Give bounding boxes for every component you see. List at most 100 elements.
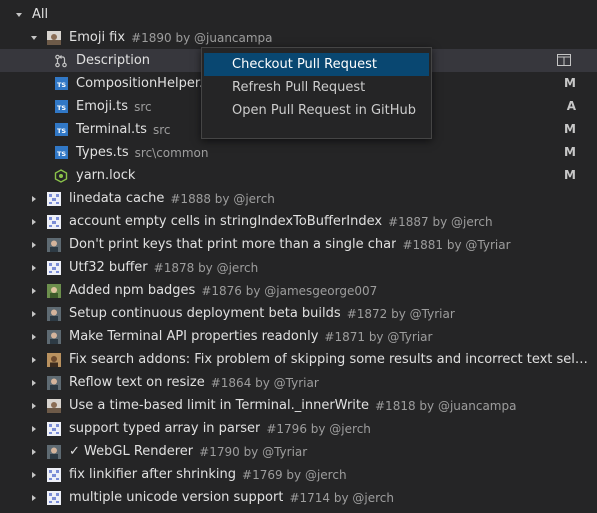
- file-status-badge: M: [564, 122, 576, 136]
- avatar: [47, 329, 61, 344]
- avatar: [47, 30, 61, 45]
- tree-root-label: All: [32, 7, 49, 22]
- file-status-badge: M: [564, 145, 576, 159]
- file-path: src: [134, 99, 152, 114]
- pr-meta: #1864 by @Tyriar: [210, 375, 319, 390]
- pr-title: multiple unicode version support: [69, 490, 284, 505]
- chevron-right-icon[interactable]: [29, 263, 39, 273]
- changed-file-item[interactable]: TS Types.ts src\common M: [0, 141, 597, 164]
- pr-item[interactable]: linedata cache #1888 by @jerch: [0, 187, 597, 210]
- file-path: src\common: [134, 145, 209, 160]
- menu-item-refresh-pull-request[interactable]: Refresh Pull Request: [204, 76, 429, 99]
- pr-item[interactable]: Reflow text on resize #1864 by @Tyriar: [0, 371, 597, 394]
- chevron-right-icon[interactable]: [29, 240, 39, 250]
- pr-title: Reflow text on resize: [69, 375, 205, 390]
- file-status-badge: M: [564, 168, 576, 182]
- avatar: [47, 306, 61, 321]
- pr-item[interactable]: ✓ WebGL Renderer #1790 by @Tyriar: [0, 440, 597, 463]
- pr-item[interactable]: account empty cells in stringIndexToBuff…: [0, 210, 597, 233]
- pr-item[interactable]: Don't print keys that print more than a …: [0, 233, 597, 256]
- pr-item[interactable]: support typed array in parser #1796 by @j…: [0, 417, 597, 440]
- pr-item[interactable]: fix linkifier after shrinking #1769 by @j…: [0, 463, 597, 486]
- avatar: [47, 283, 61, 298]
- chevron-right-icon[interactable]: [29, 309, 39, 319]
- file-name: Types.ts: [76, 145, 129, 160]
- pr-meta: #1876 by @jamesgeorge007: [201, 283, 378, 298]
- tree-root-all[interactable]: All: [0, 3, 597, 26]
- chevron-down-icon[interactable]: [14, 10, 24, 20]
- pr-item-expanded[interactable]: Emoji fix #1890 by @juancampa: [0, 26, 597, 49]
- pr-meta: #1818 by @juancampa: [375, 398, 517, 413]
- avatar: [47, 191, 61, 206]
- menu-item-checkout-pull-request[interactable]: Checkout Pull Request: [204, 53, 429, 76]
- avatar: [47, 237, 61, 252]
- avatar: [47, 214, 61, 229]
- svg-text:TS: TS: [56, 81, 65, 89]
- chevron-down-icon[interactable]: [29, 33, 39, 43]
- chevron-right-icon[interactable]: [29, 447, 39, 457]
- avatar: [47, 352, 61, 367]
- pr-meta: #1888 by @jerch: [170, 191, 275, 206]
- pr-title: Use a time-based limit in Terminal._inne…: [69, 398, 369, 413]
- pr-meta: #1796 by @jerch: [266, 421, 371, 436]
- pr-title: support typed array in parser: [69, 421, 261, 436]
- chevron-right-icon[interactable]: [29, 194, 39, 204]
- chevron-right-icon[interactable]: [29, 355, 39, 365]
- menu-item-open-in-github[interactable]: Open Pull Request in GitHub: [204, 99, 429, 122]
- chevron-right-icon[interactable]: [29, 217, 39, 227]
- avatar: [47, 375, 61, 390]
- typescript-icon: TS: [54, 123, 68, 137]
- pull-requests-tree: All Emoji fix #1890 by @juancampa Descri…: [0, 0, 597, 513]
- pr-item[interactable]: multiple unicode version support #1714 by…: [0, 486, 597, 509]
- svg-text:TS: TS: [56, 104, 65, 112]
- file-name: Terminal.ts: [76, 122, 147, 137]
- pr-meta: #1881 by @Tyriar: [402, 237, 511, 252]
- description-label: Description: [76, 53, 151, 68]
- avatar: [47, 421, 61, 436]
- typescript-icon: TS: [54, 100, 68, 114]
- file-status-badge: M: [564, 76, 576, 90]
- pr-item[interactable]: Fix search addons: Fix problem of skippi…: [0, 348, 597, 371]
- pr-item[interactable]: Utf32 buffer #1878 by @jerch: [0, 256, 597, 279]
- pull-request-list: linedata cache #1888 by @jerch account emp…: [0, 187, 597, 509]
- changed-file-item[interactable]: yarn.lock M: [0, 164, 597, 187]
- avatar: [47, 467, 61, 482]
- pr-title: linedata cache: [69, 191, 165, 206]
- chevron-right-icon[interactable]: [29, 401, 39, 411]
- pr-title: Don't print keys that print more than a …: [69, 237, 397, 252]
- pr-item[interactable]: Added npm badges #1876 by @jamesgeorge007: [0, 279, 597, 302]
- pr-item[interactable]: Use a time-based limit in Terminal._inne…: [0, 394, 597, 417]
- pr-meta: #1714 by @jerch: [289, 490, 394, 505]
- chevron-right-icon[interactable]: [29, 470, 39, 480]
- pr-title: Added npm badges: [69, 283, 196, 298]
- file-name: Emoji.ts: [76, 99, 129, 114]
- chevron-right-icon[interactable]: [29, 424, 39, 434]
- pr-meta: #1887 by @jerch: [388, 214, 493, 229]
- chevron-right-icon[interactable]: [29, 378, 39, 388]
- svg-text:TS: TS: [56, 150, 65, 158]
- pr-meta: #1871 by @Tyriar: [324, 329, 433, 344]
- avatar: [47, 444, 61, 459]
- lockfile-icon: [54, 168, 68, 183]
- pr-meta: #1872 by @Tyriar: [346, 306, 455, 321]
- avatar: [47, 260, 61, 275]
- context-menu: Checkout Pull Request Refresh Pull Reque…: [201, 47, 432, 139]
- avatar: [47, 398, 61, 413]
- file-status-badge: A: [566, 99, 576, 113]
- chevron-right-icon[interactable]: [29, 286, 39, 296]
- pr-title: ✓ WebGL Renderer: [69, 444, 194, 459]
- pr-title: Fix search addons: Fix problem of skippi…: [69, 352, 589, 367]
- pull-request-icon: [54, 54, 68, 68]
- pr-meta: #1769 by @jerch: [242, 467, 347, 482]
- typescript-icon: TS: [54, 146, 68, 160]
- avatar: [47, 490, 61, 505]
- pr-title: Make Terminal API properties readonly: [69, 329, 319, 344]
- open-split-icon[interactable]: [557, 54, 571, 66]
- chevron-right-icon[interactable]: [29, 332, 39, 342]
- chevron-right-icon[interactable]: [29, 493, 39, 503]
- pr-item[interactable]: Setup continuous deployment beta builds #…: [0, 302, 597, 325]
- pr-meta: #1790 by @Tyriar: [199, 444, 308, 459]
- pr-title: account empty cells in stringIndexToBuff…: [69, 214, 383, 229]
- pr-title: Emoji fix: [69, 30, 126, 45]
- pr-item[interactable]: Make Terminal API properties readonly #18…: [0, 325, 597, 348]
